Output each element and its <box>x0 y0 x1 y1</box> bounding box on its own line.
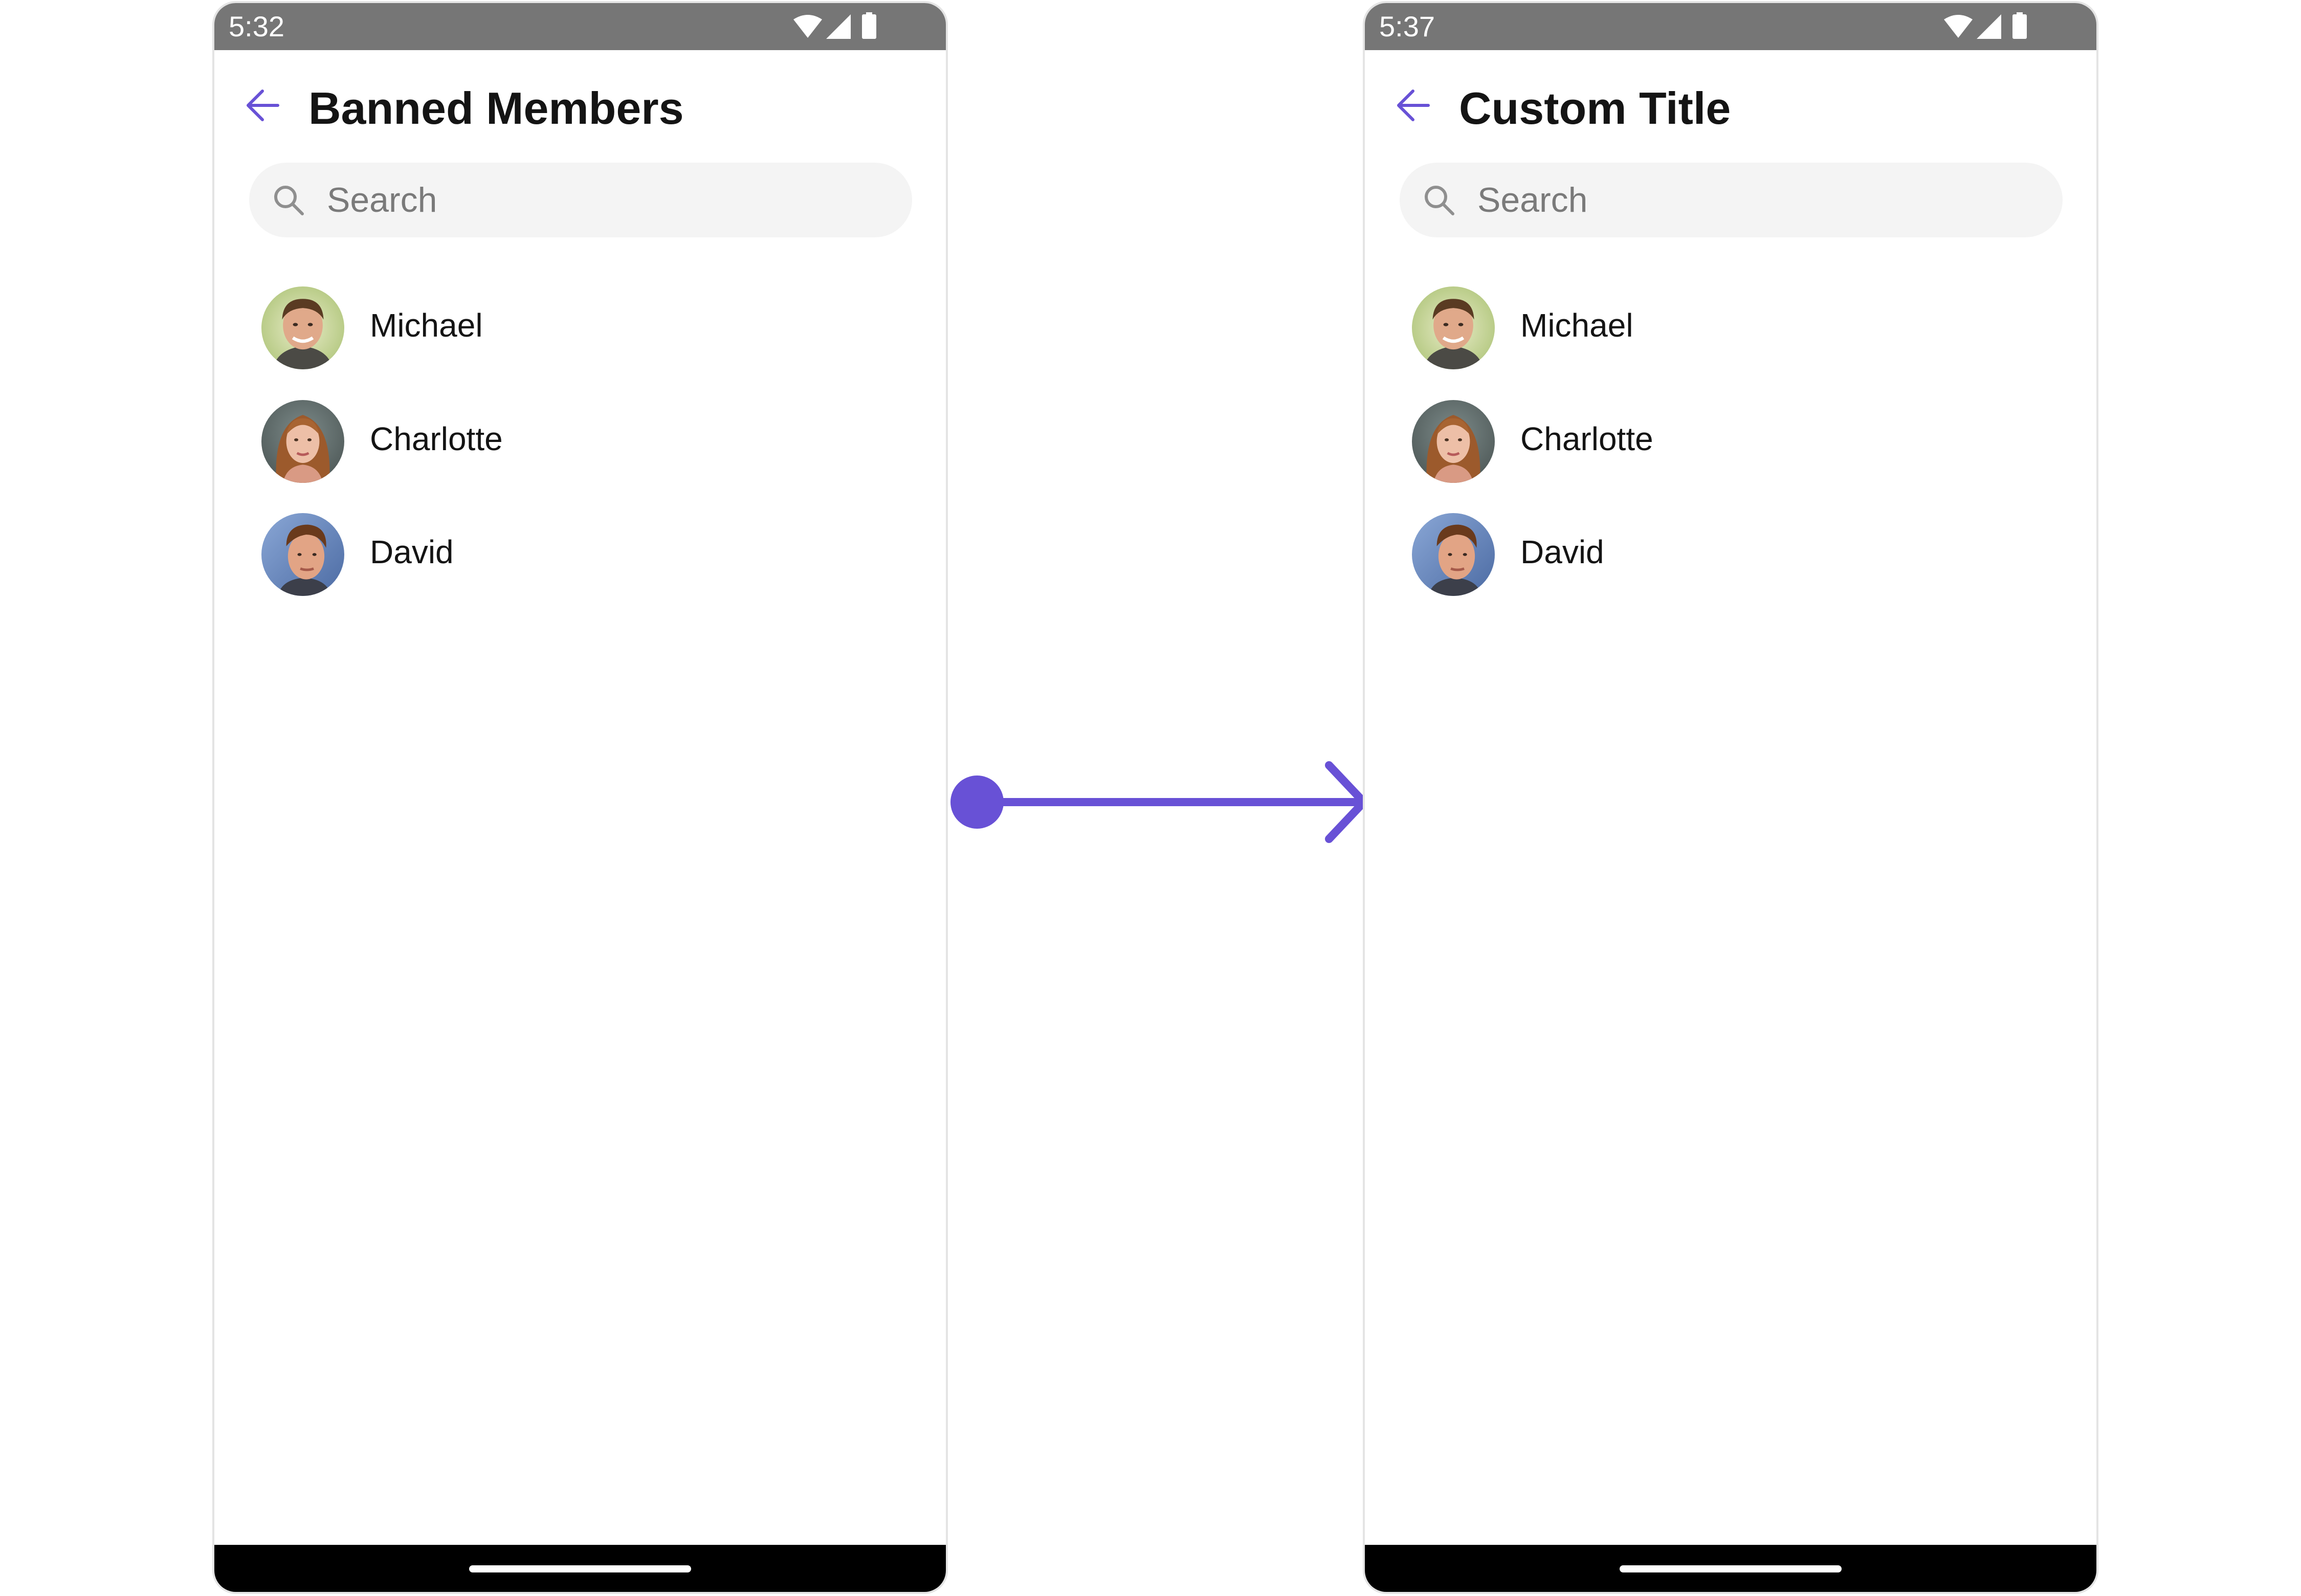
search-input[interactable] <box>327 163 879 237</box>
member-item-david[interactable]: David <box>1412 506 2051 598</box>
home-indicator[interactable] <box>1620 1565 1842 1572</box>
status-bar: 5:37 <box>1365 3 2096 50</box>
search-bar[interactable] <box>249 163 912 237</box>
battery-icon <box>862 12 876 39</box>
battery-icon <box>2012 12 2027 39</box>
member-item-michael[interactable]: Michael <box>261 279 901 371</box>
member-item-charlotte[interactable]: Charlotte <box>1412 393 2051 485</box>
back-arrow-icon[interactable] <box>245 87 282 124</box>
member-name: Michael <box>1520 307 1633 344</box>
phone-screen-after: 5:37 Custom Title Michael Charlotte <box>1363 1 2098 1594</box>
navigation-bar <box>1365 1545 2096 1592</box>
wifi-icon <box>1944 15 1973 38</box>
phone-screen-before: 5:32 Banned Members Michael Charlotte <box>212 1 948 1594</box>
member-item-michael[interactable]: Michael <box>1412 279 2051 371</box>
avatar <box>261 286 344 369</box>
navigation-bar <box>214 1545 946 1592</box>
search-icon <box>1425 186 1454 215</box>
member-name: Michael <box>370 307 483 344</box>
status-bar: 5:32 <box>214 3 946 50</box>
status-icons <box>793 12 876 39</box>
member-name: David <box>370 534 454 570</box>
member-name: Charlotte <box>370 420 503 457</box>
avatar <box>1412 513 1495 596</box>
signal-icon <box>826 14 851 39</box>
member-item-david[interactable]: David <box>261 506 901 598</box>
signal-icon <box>1977 14 2001 39</box>
home-indicator[interactable] <box>469 1565 691 1572</box>
status-time: 5:32 <box>229 10 284 42</box>
member-name: Charlotte <box>1520 420 1653 457</box>
avatar <box>261 400 344 483</box>
search-input[interactable] <box>1477 163 2030 237</box>
wifi-icon <box>793 15 822 38</box>
status-time: 5:37 <box>1379 10 1435 42</box>
arrow-right-icon <box>950 761 1368 843</box>
member-name: David <box>1520 534 1604 570</box>
status-icons <box>1944 12 2027 39</box>
search-bar[interactable] <box>1400 163 2063 237</box>
page-title: Custom Title <box>1459 83 1731 134</box>
avatar <box>1412 400 1495 483</box>
search-icon <box>274 186 304 215</box>
member-item-charlotte[interactable]: Charlotte <box>261 393 901 485</box>
avatar <box>261 513 344 596</box>
avatar <box>1412 286 1495 369</box>
page-title: Banned Members <box>308 83 684 134</box>
back-arrow-icon[interactable] <box>1396 87 1432 124</box>
